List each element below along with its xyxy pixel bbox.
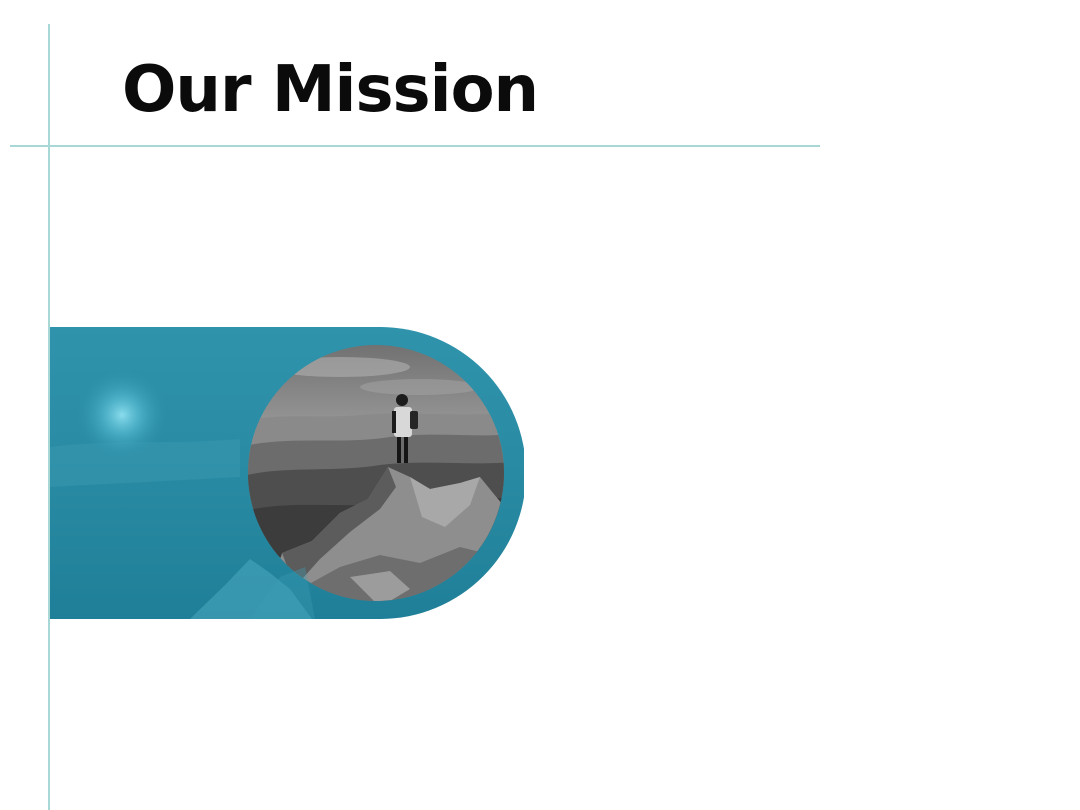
mission-banner: [50, 327, 524, 619]
title-underline: [10, 145, 820, 147]
page-title: Our Mission: [122, 53, 539, 127]
slide: Our Mission: [0, 0, 1080, 810]
sun-glow-icon: [76, 369, 168, 461]
